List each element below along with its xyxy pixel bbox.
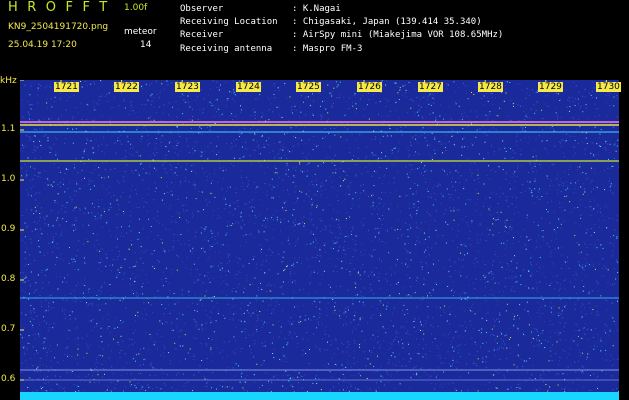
info-header: HROFFT 1.00f KN9_2504191720.png meteor 2… bbox=[0, 0, 629, 72]
x-tick-label: 1730 bbox=[596, 82, 621, 92]
x-tick-label: 1724 bbox=[236, 82, 261, 92]
meteor-label: meteor bbox=[124, 27, 157, 37]
x-tick-label: 1722 bbox=[114, 82, 139, 92]
x-tick-label: 1726 bbox=[357, 82, 382, 92]
info-row-antenna: Receiving antenna : Maspro FM-3 bbox=[180, 43, 503, 56]
y-axis-unit: kHz bbox=[0, 76, 17, 86]
info-value: : Chigasaki, Japan (139.414 35.340) bbox=[292, 17, 482, 28]
x-tick-label: 1727 bbox=[418, 82, 443, 92]
info-row-location: Receiving Location : Chigasaki, Japan (13… bbox=[180, 16, 503, 29]
meteor-count: 14 bbox=[140, 40, 152, 50]
x-tick-label: 1723 bbox=[175, 82, 200, 92]
info-key: Receiving Location bbox=[180, 17, 278, 28]
info-row-receiver: Receiver : AirSpy mini (Miakejima VOR 108… bbox=[180, 29, 503, 42]
app-title: HROFFT bbox=[8, 0, 117, 15]
info-value: : AirSpy mini (Miakejima VOR 108.65MHz) bbox=[292, 30, 504, 41]
y-tick-label: 1.1 bbox=[1, 124, 16, 134]
filename-label: KN9_2504191720.png bbox=[8, 22, 109, 32]
info-row-observer: Observer : K.Nagai bbox=[180, 3, 503, 16]
version-label: 1.00f bbox=[124, 3, 148, 13]
y-tick-label: 0.6 bbox=[1, 374, 16, 384]
noise-floor bbox=[20, 392, 619, 400]
y-tick-label: 1.0 bbox=[1, 174, 16, 184]
info-key: Observer bbox=[180, 4, 224, 14]
info-value: : Maspro FM-3 bbox=[292, 43, 363, 54]
info-value: : K.Nagai bbox=[292, 4, 341, 14]
info-key: Receiving antenna bbox=[180, 43, 273, 54]
y-tick-label: 0.9 bbox=[1, 224, 16, 234]
x-tick-label: 1721 bbox=[54, 82, 79, 92]
timestamp-label: 25.04.19 17:20 bbox=[8, 40, 77, 50]
station-info: Observer : K.Nagai Receiving Location : Ch… bbox=[180, 3, 503, 56]
x-tick-label: 1725 bbox=[296, 82, 321, 92]
info-key: Receiver bbox=[180, 30, 224, 41]
x-tick-label: 1728 bbox=[478, 82, 503, 92]
y-tick-label: 0.8 bbox=[1, 274, 16, 284]
y-tick-label: 0.7 bbox=[1, 324, 16, 334]
x-tick-label: 1729 bbox=[538, 82, 563, 92]
spectrogram bbox=[20, 80, 619, 400]
